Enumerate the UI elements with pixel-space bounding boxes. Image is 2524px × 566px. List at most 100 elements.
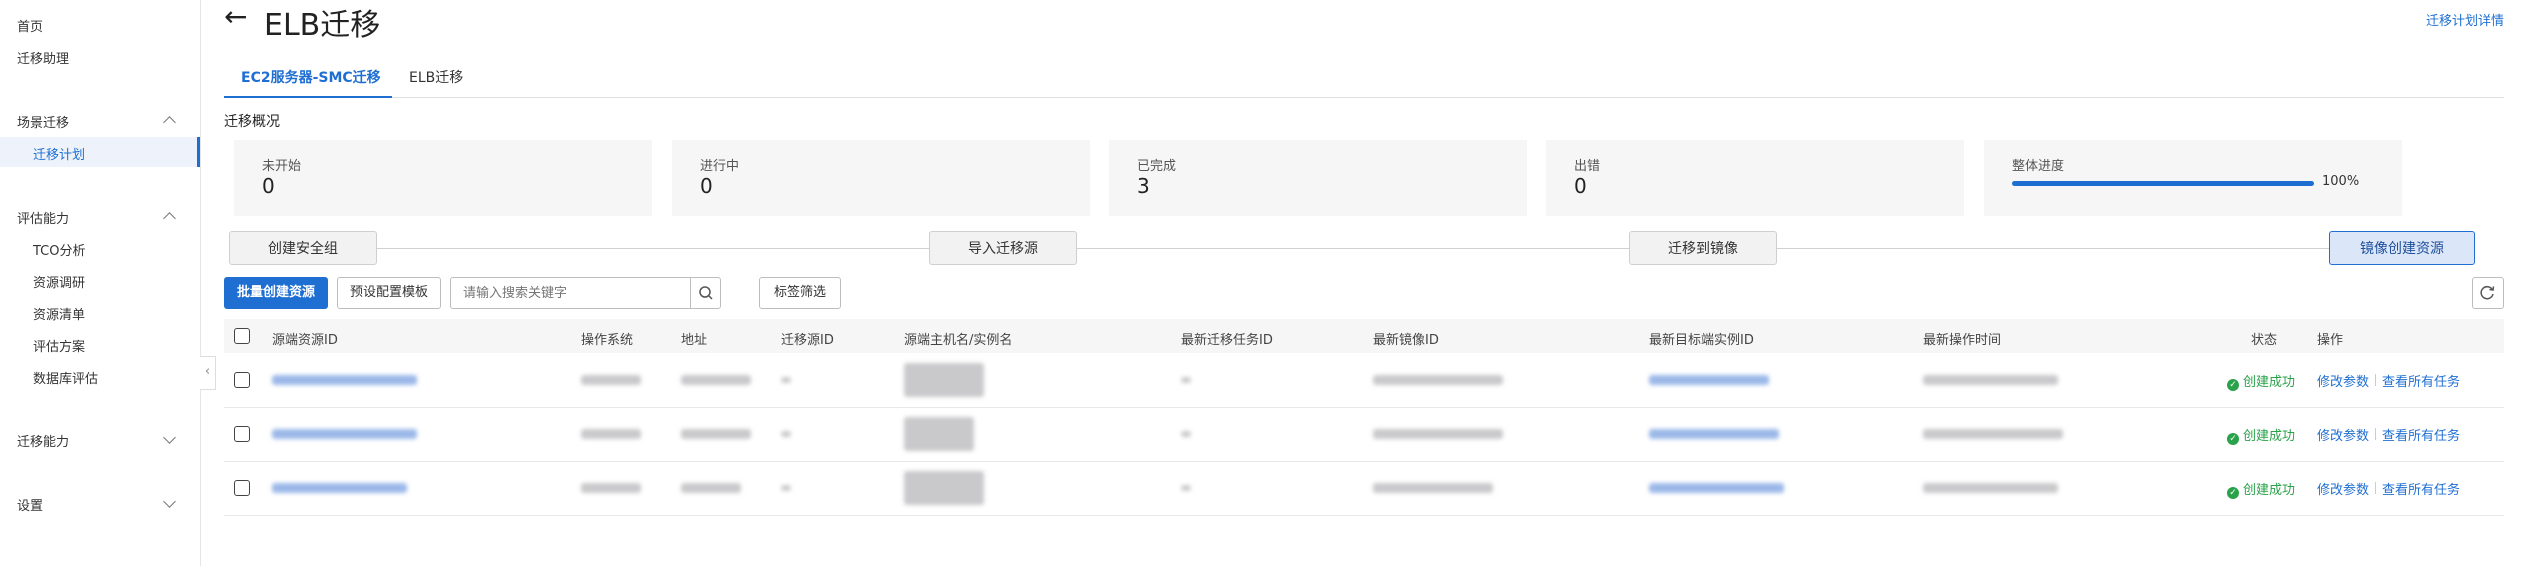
redacted-source-id[interactable] [272,483,407,493]
sidebar-group-assessment[interactable]: 评估能力 [17,208,69,227]
sidebar-group-settings[interactable]: 设置 [17,495,43,514]
redacted-address [681,483,741,493]
column-header: 操作 [2317,333,2344,348]
search-icon [699,286,713,300]
redacted-hostname [904,471,984,505]
redacted-task-id [1181,485,1191,491]
sidebar-item-assessment-plan[interactable]: 评估方案 [33,336,85,355]
sidebar-item-resource-list[interactable]: 资源清单 [33,304,85,323]
chevron-up-icon[interactable] [163,212,176,225]
sidebar-item-tco[interactable]: TCO分析 [33,240,86,259]
column-header[interactable]: 操作系统 [581,329,633,348]
card-completed: 已完成 3 [1109,140,1527,216]
modify-params-link[interactable]: 修改参数 [2317,371,2369,390]
column-header[interactable]: 最新镜像ID [1373,329,1439,348]
redacted-source-id[interactable] [272,429,417,439]
sidebar-item-migration-assistant[interactable]: 迁移助理 [17,48,69,67]
view-all-tasks-link[interactable]: 查看所有任务 [2382,371,2460,390]
modify-params-link[interactable]: 修改参数 [2317,479,2369,498]
view-all-tasks-link[interactable]: 查看所有任务 [2382,425,2460,444]
action-separator [2375,374,2376,386]
redacted-source-ref [781,485,791,491]
redacted-target-instance-id[interactable] [1649,375,1769,385]
row-checkbox[interactable] [234,480,250,496]
redacted-target-instance-id[interactable] [1649,483,1784,493]
card-value: 3 [1137,174,1150,198]
refresh-icon [2480,285,2495,300]
chevron-down-icon[interactable] [163,431,176,444]
status-badge: ✓ 创建成功 [2227,479,2295,499]
redacted-os [581,429,641,439]
redacted-target-instance-id[interactable] [1649,429,1779,439]
back-arrow-icon[interactable]: ← [224,0,247,33]
row-checkbox[interactable] [234,372,250,388]
progress-percent: 100% [2322,174,2360,189]
column-header[interactable]: 最新操作时间 [1923,329,2001,348]
table-row: ✓ 创建成功 修改参数 查看所有任务 [224,353,2504,408]
sidebar-item-resource-survey[interactable]: 资源调研 [33,272,85,291]
status-text: 创建成功 [2243,483,2296,498]
tab-elb[interactable]: ELB迁移 [409,67,463,87]
sidebar-group-migration-capability[interactable]: 迁移能力 [17,431,69,450]
redacted-os [581,483,641,493]
step-migrate-to-image[interactable]: 迁移到镜像 [1629,231,1777,265]
overview-title: 迁移概况 [224,114,280,130]
tag-filter-button[interactable]: 标签筛选 [759,277,841,309]
redacted-source-id[interactable] [272,375,417,385]
step-create-security-group[interactable]: 创建安全组 [229,231,377,265]
card-label: 进行中 [700,159,740,174]
main-content: ← ELB迁移 迁移计划详情 EC2服务器-SMC迁移 ELB迁移 迁移概况 未… [224,0,2524,566]
table-row: ✓ 创建成功 修改参数 查看所有任务 [224,461,2504,516]
table-row: ✓ 创建成功 修改参数 查看所有任务 [224,407,2504,462]
step-image-create-resource[interactable]: 镜像创建资源 [2329,231,2475,265]
preset-template-button[interactable]: 预设配置模板 [337,277,441,309]
column-header[interactable]: 源端主机名/实例名 [904,329,1012,348]
refresh-button[interactable] [2472,277,2504,309]
card-value: 0 [1574,174,1587,198]
sidebar-item-home[interactable]: 首页 [17,16,43,35]
flow-connector-line [374,248,2454,249]
step-import-migration-source[interactable]: 导入迁移源 [929,231,1077,265]
redacted-source-ref [781,377,791,383]
chevron-up-icon[interactable] [163,116,176,129]
chevron-down-icon[interactable] [163,495,176,508]
redacted-time [1923,483,2058,493]
check-circle-icon: ✓ [2227,487,2239,499]
sidebar-group-scenario-migration[interactable]: 场景迁移 [17,112,69,131]
column-header[interactable]: 迁移源ID [781,329,834,348]
sidebar-item-migration-plan[interactable]: 迁移计划 [33,144,85,163]
column-header[interactable]: 地址 [681,329,707,348]
column-header[interactable]: 最新迁移任务ID [1181,329,1273,348]
migration-plan-detail-link[interactable]: 迁移计划详情 [2426,10,2504,29]
column-header[interactable]: 最新目标端实例ID [1649,329,1754,348]
sidebar-item-db-assessment[interactable]: 数据库评估 [33,368,98,387]
status-badge: ✓ 创建成功 [2227,371,2295,391]
search-button[interactable] [690,278,720,308]
batch-create-resource-button[interactable]: 批量创建资源 [224,277,328,309]
view-all-tasks-link[interactable]: 查看所有任务 [2382,479,2460,498]
modify-params-link[interactable]: 修改参数 [2317,425,2369,444]
row-checkbox[interactable] [234,426,250,442]
search-input[interactable] [451,278,691,308]
select-all-checkbox[interactable] [234,328,250,344]
tab-ec2-smc[interactable]: EC2服务器-SMC迁移 [241,67,381,87]
sidebar-collapse-button[interactable]: ‹ [200,356,216,390]
redacted-time [1923,429,2063,439]
action-separator [2375,428,2376,440]
column-header[interactable]: 源端资源ID [272,329,338,348]
action-separator [2375,482,2376,494]
redacted-image-id [1373,483,1493,493]
status-text: 创建成功 [2243,429,2296,444]
sidebar: 首页 迁移助理 场景迁移 迁移计划 评估能力 TCO分析 资源调研 资源清单 评… [0,0,201,566]
card-in-progress: 进行中 0 [672,140,1090,216]
column-header[interactable]: 状态 [2251,329,2277,348]
card-not-started: 未开始 0 [234,140,652,216]
card-value: 0 [700,174,713,198]
card-error: 出错 0 [1546,140,1964,216]
card-label: 未开始 [262,159,302,174]
tabs-divider [224,97,2504,98]
progress-bar [2012,181,2314,186]
redacted-image-id [1373,375,1503,385]
redacted-time [1923,375,2058,385]
redacted-hostname [904,417,974,451]
